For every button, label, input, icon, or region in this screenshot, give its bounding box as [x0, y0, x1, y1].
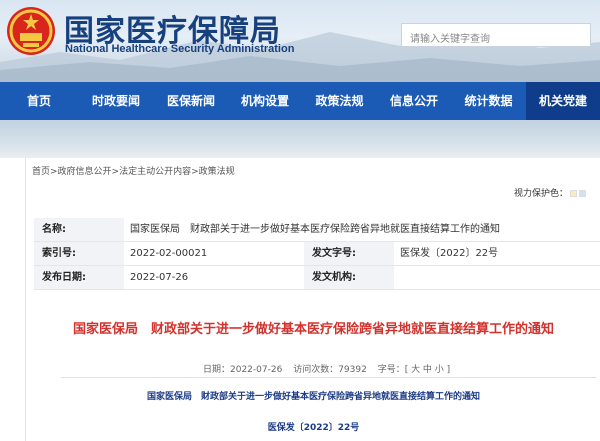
meta-name-value: 国家医保局 财政部关于进一步做好基本医疗保险跨省异地就医直接结算工作的通知	[124, 218, 600, 241]
breadcrumb[interactable]: 首页>政府信息公开>法定主动公开内容>政策法规	[32, 164, 235, 177]
nav-item-policy[interactable]: 政策法规	[302, 82, 377, 120]
nav-item-statistics[interactable]: 统计数据	[451, 82, 526, 120]
nav-item-insurance-news[interactable]: 医保新闻	[154, 82, 228, 120]
vision-protection-color: 视力保护色：	[514, 186, 587, 199]
article-date: 日期：2022-07-26	[203, 365, 283, 375]
content-panel: 首页>政府信息公开>法定主动公开内容>政策法规 视力保护色： 名称: 国家医保局…	[25, 158, 600, 441]
national-emblem-icon[interactable]	[5, 5, 57, 57]
search-input[interactable]: 请输入关键字查询	[401, 23, 591, 47]
meta-row-name: 名称: 国家医保局 财政部关于进一步做好基本医疗保险跨省异地就医直接结算工作的通…	[34, 218, 600, 242]
site-header: 国家医疗保障局 National Healthcare Security Adm…	[0, 0, 600, 82]
article-doc-number: 医保发〔2022〕22号	[267, 423, 360, 433]
meta-date-value: 2022-07-26	[130, 272, 189, 283]
meta-org-label: 发文机构:	[304, 266, 394, 289]
meta-docno-value: 医保发〔2022〕22号	[400, 248, 499, 259]
article-views: 访问次数：79392	[293, 365, 367, 375]
divider	[61, 377, 596, 378]
nav-item-organization[interactable]: 机构设置	[228, 82, 302, 120]
yellow-swatch-icon[interactable]	[570, 190, 578, 197]
vision-label: 视力保护色：	[514, 189, 569, 199]
meta-index-label: 索引号:	[34, 242, 124, 265]
font-size-controls[interactable]: 字号：[ 大 中 小 ]	[378, 365, 450, 375]
main-nav: 首页 时政要闻 医保新闻 机构设置 政策法规 信息公开 统计数据 机关党建	[0, 82, 600, 120]
document-meta-table: 名称: 国家医保局 财政部关于进一步做好基本医疗保险跨省异地就医直接结算工作的通…	[34, 218, 600, 290]
blue-swatch-icon[interactable]	[579, 190, 587, 197]
meta-row-date: 发布日期: 2022-07-26 发文机构:	[34, 266, 600, 290]
article-body-title: 国家医保局 财政部关于进一步做好基本医疗保险跨省异地就医直接结算工作的通知	[146, 392, 480, 402]
nav-item-disclosure[interactable]: 信息公开	[377, 82, 451, 120]
meta-row-index: 索引号: 2022-02-00021 发文字号: 医保发〔2022〕22号	[34, 242, 600, 266]
site-subtitle: National Healthcare Security Administrat…	[65, 43, 295, 55]
background-band	[0, 120, 600, 158]
nav-item-politics-news[interactable]: 时政要闻	[78, 82, 154, 120]
meta-name-label: 名称:	[34, 218, 124, 241]
meta-org-value	[394, 266, 400, 289]
article-title: 国家医保局 财政部关于进一步做好基本医疗保险跨省异地就医直接结算工作的通知	[72, 322, 554, 337]
nav-item-home[interactable]: 首页	[0, 82, 78, 120]
meta-docno-label: 发文字号:	[304, 242, 394, 265]
meta-date-label: 发布日期:	[34, 266, 124, 289]
article-info: 日期：2022-07-26 访问次数：79392 字号：[ 大 中 小 ]	[203, 362, 458, 375]
nav-item-party-building[interactable]: 机关党建	[526, 82, 600, 120]
meta-index-value: 2022-02-00021	[130, 248, 208, 259]
